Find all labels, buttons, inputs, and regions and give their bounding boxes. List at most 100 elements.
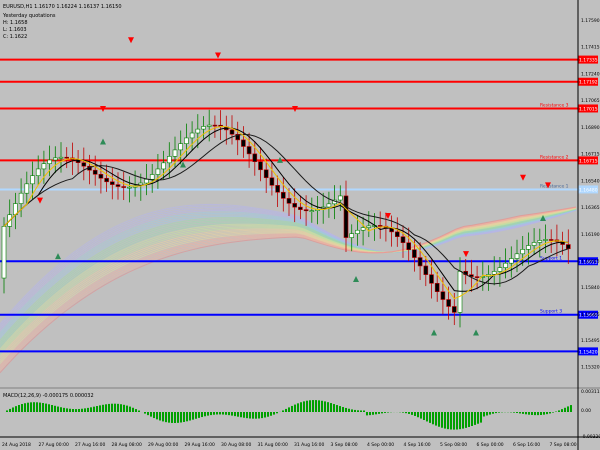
- macd-bar: [294, 404, 296, 412]
- macd-bar: [114, 403, 116, 412]
- candle-body: [252, 153, 258, 163]
- macd-bar: [27, 402, 29, 412]
- macd-bar: [543, 412, 545, 415]
- macd-bar: [120, 404, 122, 412]
- candle-body: [110, 181, 115, 185]
- candle-body: [280, 191, 286, 199]
- candle-body: [178, 143, 183, 151]
- candle-body: [58, 156, 64, 159]
- candle-body: [115, 184, 121, 187]
- macd-bar: [36, 402, 38, 412]
- macd-bar: [213, 412, 215, 415]
- price-tick-label: 1.17240: [581, 71, 600, 77]
- macd-bar: [243, 412, 245, 418]
- macd-bar: [99, 405, 101, 412]
- macd-bar: [324, 401, 326, 412]
- candle-body: [206, 124, 212, 127]
- macd-bar: [102, 404, 104, 412]
- macd-bar: [354, 409, 356, 412]
- macd-bar: [306, 400, 308, 412]
- macd-bar: [252, 412, 254, 419]
- candle-body: [24, 183, 30, 194]
- candle-body: [526, 245, 531, 250]
- candle-body: [18, 192, 24, 204]
- macd-bar: [21, 404, 23, 412]
- macd-bar: [201, 412, 203, 418]
- macd-bar: [171, 412, 173, 423]
- macd-bar: [255, 412, 257, 419]
- macd-bar: [177, 412, 179, 423]
- macd-bar: [549, 412, 551, 414]
- macd-bar: [72, 408, 74, 412]
- macd-bar: [66, 408, 68, 412]
- candle-body: [258, 161, 263, 171]
- macd-bar: [465, 412, 467, 428]
- candle-body: [343, 195, 349, 238]
- macd-bar: [447, 412, 449, 430]
- macd-bar: [336, 405, 338, 412]
- macd-bar: [111, 403, 113, 412]
- red-level-3-badge-text: 1.17015: [579, 106, 598, 112]
- macd-bar: [381, 412, 383, 414]
- candle-body: [161, 162, 166, 170]
- macd-bar: [48, 404, 50, 412]
- chart-canvas[interactable]: 1.17335 1.17192 1.17015 Resistance 3 1.16715…: [0, 0, 600, 450]
- macd-bar: [516, 412, 518, 414]
- macd-bar: [483, 412, 485, 417]
- macd-bar: [519, 412, 521, 414]
- macd-bar: [417, 412, 419, 418]
- macd-bar: [297, 403, 299, 412]
- candle-body: [377, 225, 383, 227]
- macd-bar: [360, 410, 362, 412]
- macd-bar: [534, 412, 536, 416]
- macd-label: MACD(12,26,9) -0.000175 0.000032: [3, 393, 94, 399]
- candle-body: [451, 306, 457, 313]
- macd-bar: [342, 407, 344, 412]
- time-tick-label: 3 Sep 08:00: [331, 442, 358, 448]
- macd-bar: [144, 412, 146, 414]
- macd-bar: [462, 412, 464, 429]
- candle-body: [149, 174, 155, 180]
- macd-bar: [423, 412, 425, 420]
- candle-body: [366, 225, 372, 228]
- time-tick-label: 30 Aug 08:00: [221, 442, 251, 448]
- macd-bar: [495, 412, 497, 414]
- macd-bar: [219, 412, 221, 415]
- candle-body: [64, 156, 69, 159]
- macd-bar: [402, 412, 404, 413]
- macd-bar: [159, 412, 161, 421]
- macd-bar: [174, 412, 176, 424]
- candle-body: [286, 198, 292, 204]
- candle-body: [47, 159, 52, 164]
- macd-bar: [537, 412, 539, 416]
- macd-bar: [375, 412, 377, 415]
- candle-body: [349, 233, 355, 238]
- macd-bar: [411, 412, 413, 415]
- macd-bar: [216, 412, 218, 415]
- price-tick-label: 1.16365: [581, 205, 600, 211]
- macd-bar: [333, 404, 335, 412]
- candle-body: [355, 229, 360, 234]
- candle-body: [184, 137, 189, 144]
- macd-bar: [480, 412, 482, 423]
- macd-bar: [117, 403, 119, 412]
- macd-bar: [309, 400, 311, 412]
- red-level-4-badge-text: 1.16715: [579, 158, 598, 164]
- time-tick-label: 24 Aug 2018: [2, 442, 31, 448]
- macd-bar: [45, 403, 47, 412]
- candle-body: [98, 174, 104, 179]
- candle-body: [400, 236, 406, 243]
- candle-body: [195, 128, 201, 134]
- red-level-1-badge-text: 1.17335: [579, 58, 598, 64]
- macd-bar: [222, 412, 224, 415]
- candle-body: [246, 146, 252, 155]
- macd-bar: [291, 405, 293, 412]
- macd-bar: [261, 412, 263, 419]
- macd-bar: [90, 407, 92, 412]
- header-line-3: L: 1.1603: [3, 27, 27, 33]
- candle-body: [172, 149, 178, 157]
- header-line-1: Yesterday quotations: [2, 13, 56, 19]
- price-tick-label: 1.16890: [581, 125, 600, 131]
- candle-body: [440, 291, 446, 300]
- macd-bar: [240, 412, 242, 418]
